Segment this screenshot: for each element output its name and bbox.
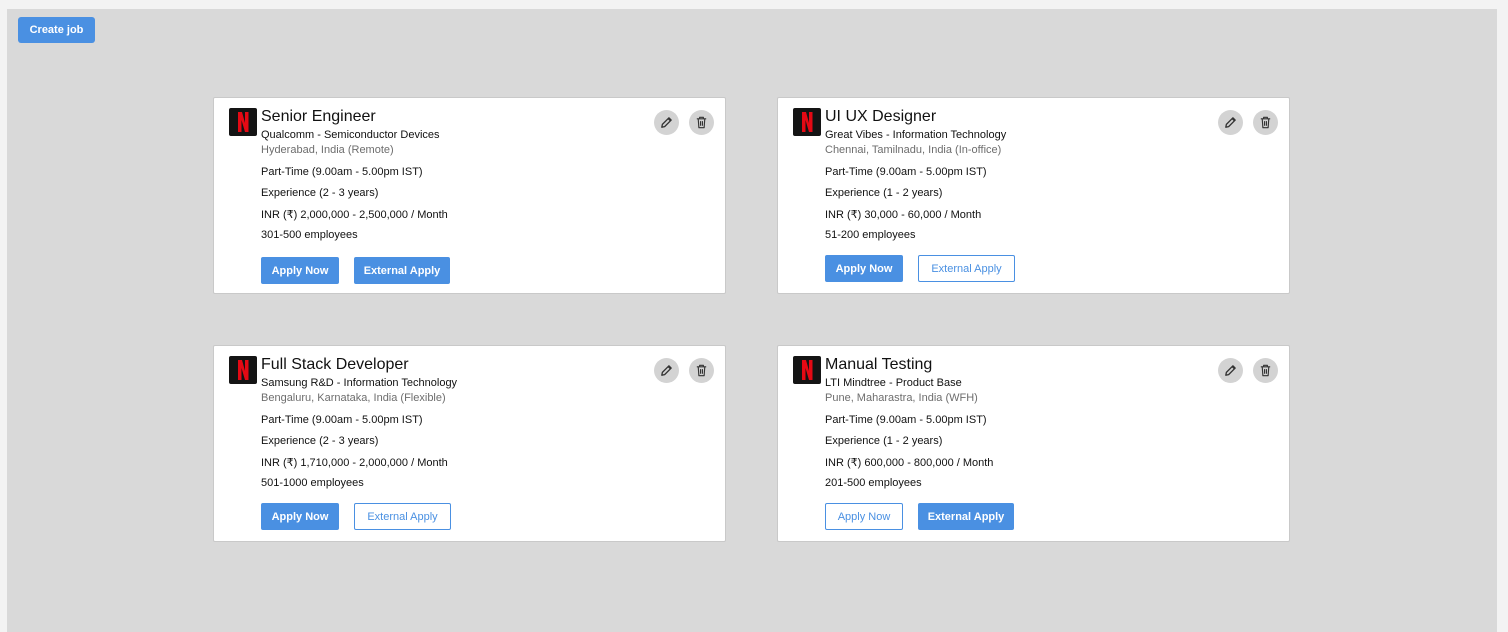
- company-size: 201-500 employees: [825, 477, 922, 489]
- company-name: Samsung R&D - Information Technology: [261, 377, 458, 389]
- job-title: Senior Engineer: [261, 108, 376, 125]
- top-margin: [0, 0, 1508, 9]
- job-salary: INR (₹) 30,000 - 60,000 / Month: [825, 209, 982, 221]
- job-location: Hyderabad, India (Remote): [261, 144, 394, 156]
- apply-now-button[interactable]: Apply Now: [261, 257, 339, 284]
- apply-now-button[interactable]: Apply Now: [261, 503, 339, 530]
- pencil-icon: [661, 117, 672, 128]
- company-size: 51-200 employees: [825, 229, 916, 241]
- netflix-logo-icon: [229, 356, 257, 384]
- job-schedule: Part-Time (9.00am - 5.00pm IST): [261, 414, 423, 426]
- job-location: Chennai, Tamilnadu, India (In-office): [825, 144, 1002, 156]
- job-experience: Experience (2 - 3 years): [261, 187, 379, 199]
- job-title: Manual Testing: [825, 356, 933, 373]
- job-schedule: Part-Time (9.00am - 5.00pm IST): [825, 414, 987, 426]
- external-apply-button[interactable]: External Apply: [354, 503, 451, 530]
- pencil-icon: [1225, 365, 1236, 376]
- delete-job-button[interactable]: [689, 358, 714, 383]
- pencil-icon: [661, 365, 672, 376]
- trash-icon: [696, 364, 707, 377]
- job-schedule: Part-Time (9.00am - 5.00pm IST): [825, 166, 987, 178]
- company-name: Qualcomm - Semiconductor Devices: [261, 129, 440, 141]
- job-location: Pune, Maharastra, India (WFH): [825, 392, 978, 404]
- job-title: Full Stack Developer: [261, 356, 409, 373]
- netflix-logo-icon: [793, 108, 821, 136]
- job-card: Manual Testing LTI Mindtree - Product Ba…: [777, 345, 1290, 542]
- netflix-logo-icon: [793, 356, 821, 384]
- trash-icon: [1260, 364, 1271, 377]
- company-size: 501-1000 employees: [261, 477, 364, 489]
- job-location: Bengaluru, Karnataka, India (Flexible): [261, 392, 446, 404]
- company-size: 301-500 employees: [261, 229, 358, 241]
- job-card: UI UX Designer Great Vibes - Information…: [777, 97, 1290, 294]
- company-name: Great Vibes - Information Technology: [825, 129, 1007, 141]
- job-salary: INR (₹) 2,000,000 - 2,500,000 / Month: [261, 209, 448, 221]
- external-apply-button[interactable]: External Apply: [354, 257, 450, 284]
- external-apply-button[interactable]: External Apply: [918, 503, 1014, 530]
- job-title: UI UX Designer: [825, 108, 937, 125]
- job-card: Full Stack Developer Samsung R&D - Infor…: [213, 345, 726, 542]
- edit-job-button[interactable]: [1218, 358, 1243, 383]
- edit-job-button[interactable]: [654, 358, 679, 383]
- edit-job-button[interactable]: [1218, 110, 1243, 135]
- apply-now-button[interactable]: Apply Now: [825, 255, 903, 282]
- external-apply-button[interactable]: External Apply: [918, 255, 1015, 282]
- right-margin: [1497, 0, 1508, 632]
- job-experience: Experience (2 - 3 years): [261, 435, 379, 447]
- job-salary: INR (₹) 1,710,000 - 2,000,000 / Month: [261, 457, 448, 469]
- delete-job-button[interactable]: [689, 110, 714, 135]
- pencil-icon: [1225, 117, 1236, 128]
- company-name: LTI Mindtree - Product Base: [825, 377, 962, 389]
- apply-now-button[interactable]: Apply Now: [825, 503, 903, 530]
- create-job-button[interactable]: Create job: [18, 17, 95, 43]
- netflix-logo-icon: [229, 108, 257, 136]
- delete-job-button[interactable]: [1253, 110, 1278, 135]
- left-margin: [0, 0, 7, 632]
- job-experience: Experience (1 - 2 years): [825, 435, 943, 447]
- delete-job-button[interactable]: [1253, 358, 1278, 383]
- trash-icon: [1260, 116, 1271, 129]
- job-experience: Experience (1 - 2 years): [825, 187, 943, 199]
- job-card: Senior Engineer Qualcomm - Semiconductor…: [213, 97, 726, 294]
- edit-job-button[interactable]: [654, 110, 679, 135]
- trash-icon: [696, 116, 707, 129]
- job-salary: INR (₹) 600,000 - 800,000 / Month: [825, 457, 994, 469]
- job-schedule: Part-Time (9.00am - 5.00pm IST): [261, 166, 423, 178]
